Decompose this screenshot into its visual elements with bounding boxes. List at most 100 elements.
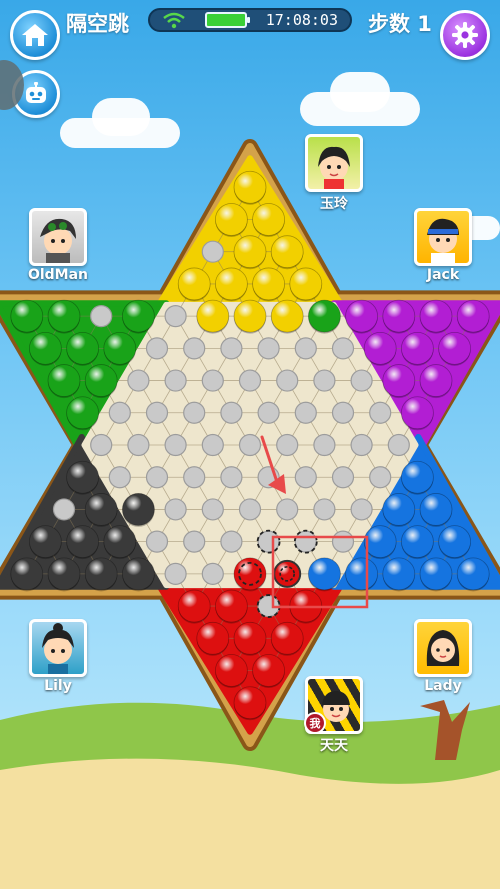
empty-hole [108,466,131,489]
avatar [414,619,472,677]
black-marble [121,493,155,526]
empty-hole [257,337,280,360]
empty-hole [145,466,169,489]
empty-hole [276,369,299,392]
yellow-marble [214,203,248,236]
empty-hole [127,433,150,457]
avatar [29,619,87,677]
empty-hole [313,369,336,392]
yellow-marble [233,235,267,269]
empty-hole [183,466,206,489]
black-marble [66,460,99,494]
black-marble [103,525,137,559]
robot-icon [26,82,46,103]
green-marble [29,331,62,365]
game-mode-title: 隔空跳 [66,12,129,36]
empty-hole [294,466,317,489]
wifi-icon [163,12,185,29]
player-name: 玉玲 [320,196,348,212]
empty-hole [257,401,280,424]
black-marble [121,557,155,591]
purple-marble [363,331,397,365]
blue-marble [345,557,379,591]
purple-marble [419,299,453,333]
red-marble [214,589,248,623]
empty-hole [127,369,150,392]
player-top-right: Jack [403,208,483,283]
empty-hole [331,401,355,424]
black-marble [10,557,44,591]
empty-hole [369,466,392,489]
player-bottom-self: 我 天天 [294,676,374,755]
avatar [414,208,472,266]
yellow-marble [177,267,211,301]
selected-red-marble [273,559,302,588]
player-top: 玉玲 [294,134,374,213]
black-marble [47,557,81,591]
empty-hole [164,369,187,392]
yellow-marble [233,170,267,204]
blue-marble [400,525,434,559]
blue-marble [456,557,490,591]
blue-marble [438,525,472,559]
blue-marble [363,525,397,559]
player-bottom-right: Lady [403,619,483,694]
avatar [29,208,87,266]
empty-hole [294,401,317,424]
empty-hole [201,240,224,263]
yellow-marble [270,299,304,333]
red-marble [233,686,267,720]
empty-hole [145,401,169,424]
blue-marble [419,557,453,591]
green-marble [84,364,118,397]
empty-hole [220,530,243,553]
red-marble [233,621,267,655]
green-marble [103,331,137,365]
empty-hole [238,498,262,521]
player-top-left: OldMan [18,208,98,283]
clock-time: 17:08:03 [265,11,338,29]
green-marble [66,331,99,365]
yellow-marble [252,267,286,301]
red-marble [177,589,211,623]
empty-hole [220,337,243,360]
yellow-marble [214,267,248,301]
empty-hole [201,498,224,521]
empty-hole [369,401,392,424]
black-marble [29,525,62,559]
purple-marble [345,299,379,333]
yellow-marble [196,299,230,333]
purple-marble [419,364,453,397]
blue-marble [419,493,453,526]
status-bar: 17:08:03 [148,8,352,32]
empty-hole [331,466,355,489]
yellow-marble [233,299,267,333]
black-marble [66,525,99,559]
player-name: 天天 [320,738,348,754]
settings-button[interactable] [440,10,490,60]
yellow-marble [252,203,286,236]
green-marble [10,299,44,333]
home-button[interactable] [10,10,60,60]
step-counter: 步数 1 [368,12,432,36]
empty-hole [52,498,76,521]
black-marble [84,557,118,591]
empty-hole [201,433,224,457]
empty-hole [276,498,299,521]
blue-marble [382,493,416,526]
empty-hole [387,433,410,457]
battery-icon [204,12,250,28]
empty-hole [164,305,187,328]
empty-hole [220,401,243,424]
self-badge: 我 [304,712,326,734]
empty-hole [238,369,262,392]
player-name: OldMan [27,267,89,283]
purple-marble [400,396,434,430]
game-board[interactable] [0,0,500,889]
green-marble [47,299,81,333]
empty-hole [183,530,206,553]
purple-marble [382,299,416,333]
avatar [305,134,363,192]
green-marble [307,299,341,333]
empty-hole [145,337,169,360]
